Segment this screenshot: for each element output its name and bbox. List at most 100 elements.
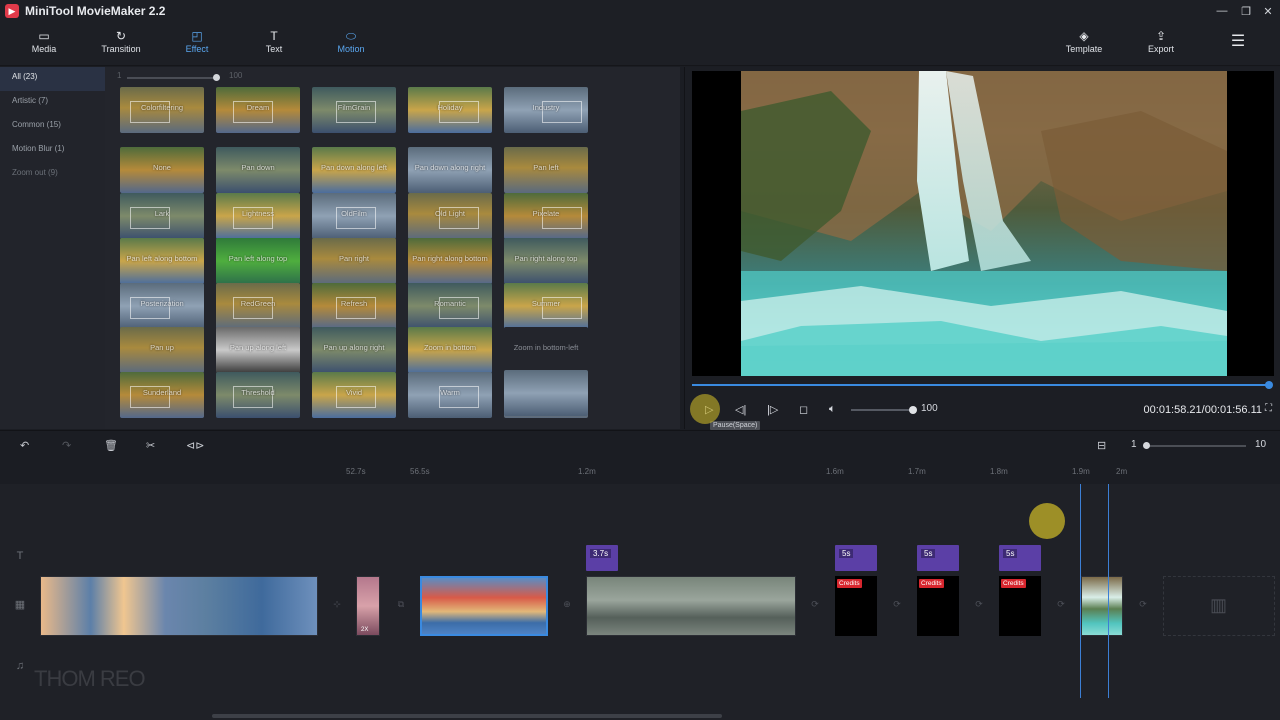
minimize-button[interactable]: — [1210, 0, 1234, 22]
selected-market-clip[interactable] [420, 576, 548, 636]
transition-slot[interactable]: ⟳ [804, 599, 826, 613]
previous-frame-button[interactable]: ◁| [735, 403, 746, 416]
ruler-tick: 1.2m [578, 467, 596, 476]
credits-clip[interactable]: Credits [917, 576, 959, 636]
effect-tile[interactable]: Romantic [408, 283, 492, 329]
category-motion-blur[interactable]: Motion Blur (1) [0, 139, 105, 163]
street-clip[interactable] [586, 576, 796, 636]
text-clip[interactable]: 5s [999, 545, 1041, 571]
effect-tile[interactable]: Lark [120, 193, 204, 239]
timeline-zoom-knob[interactable] [1143, 442, 1150, 449]
effect-tile[interactable]: Pan up [120, 327, 204, 373]
effect-tile[interactable]: Summer [504, 283, 588, 329]
transition-slot[interactable]: ⟳ [1050, 599, 1072, 613]
transition-slot[interactable]: ⟳ [968, 599, 990, 613]
media-tab[interactable]: ▭ Media [14, 28, 74, 62]
effect-tile[interactable]: Zoom in bottom-left [504, 327, 588, 373]
effect-tile[interactable]: Lightness [216, 193, 300, 239]
transition-slot[interactable]: ⟳ [1132, 599, 1154, 613]
effect-tile[interactable]: Colorfiltering [120, 87, 204, 133]
effect-tile[interactable]: Pixelate [504, 193, 588, 239]
text-clip[interactable]: 5s [917, 545, 959, 571]
effect-tile[interactable]: None [120, 147, 204, 193]
fullscreen-icon[interactable]: ⛶ [1265, 403, 1272, 414]
transition-tab[interactable]: ↻ Transition [91, 28, 151, 62]
timeline-scrollbar[interactable] [212, 714, 722, 718]
transition-slot[interactable]: ⧉ [390, 599, 412, 613]
category-zoom-out[interactable]: Zoom out (9) [0, 163, 105, 187]
undo-icon[interactable]: ↶ [20, 439, 29, 452]
effect-label: Threshold [241, 388, 275, 397]
split-icon[interactable]: ✂ [146, 439, 155, 452]
effect-tile[interactable]: Pan right along bottom [408, 238, 492, 284]
intensity-slider[interactable]: 1 100 [117, 71, 247, 83]
effect-tab[interactable]: ◰ Effect [167, 28, 227, 62]
stop-button[interactable]: ◻ [799, 403, 808, 416]
menu-button[interactable]: ☰ [1208, 28, 1268, 62]
transition-slot[interactable]: ⊕ [556, 599, 578, 613]
volume-slider[interactable] [851, 409, 913, 411]
effect-tile[interactable]: Holiday [408, 87, 492, 133]
effect-tile[interactable]: Pan up along left [216, 327, 300, 373]
waterfall-image [741, 71, 1227, 376]
crop-icon[interactable]: ⊲⊳ [186, 439, 204, 452]
effect-tile[interactable]: Pan left along top [216, 238, 300, 284]
effect-tile[interactable]: Pan right along top [504, 238, 588, 284]
text-clip[interactable]: 3.7s [586, 545, 618, 571]
fit-timeline-icon[interactable]: ⊟ [1097, 439, 1106, 452]
time-ruler[interactable]: 52.7s 56.5s 1.2m 1.6m 1.7m 1.8m 1.9m 2m [0, 460, 1280, 484]
effect-tile[interactable]: Pan up along right [312, 327, 396, 373]
intensity-track[interactable] [127, 77, 215, 79]
volume-knob[interactable] [909, 406, 917, 414]
category-artistic[interactable]: Artistic (7) [0, 91, 105, 115]
add-clip-placeholder[interactable]: ▥ [1163, 576, 1275, 636]
delete-icon[interactable]: 🗑︎ [104, 439, 118, 452]
maximize-button[interactable]: ❐ [1234, 0, 1258, 22]
waterfall-clip[interactable] [1081, 576, 1123, 636]
effect-tile[interactable]: Pan down along left [312, 147, 396, 193]
close-button[interactable]: ✕ [1256, 0, 1280, 22]
category-all[interactable]: All (23) [0, 67, 105, 91]
playhead-end[interactable] [1108, 484, 1109, 698]
effect-tile[interactable]: Pan down [216, 147, 300, 193]
next-frame-button[interactable]: |▷ [767, 403, 778, 416]
effect-tile[interactable]: FilmGrain [312, 87, 396, 133]
transition-slot[interactable]: ⊹ [326, 599, 348, 613]
effect-tile[interactable]: Old Light [408, 193, 492, 239]
effect-tile[interactable]: Pan right [312, 238, 396, 284]
effect-tile[interactable]: RedGreen [216, 283, 300, 329]
flower-clip[interactable]: 2X [356, 576, 380, 636]
playback-progress[interactable] [692, 381, 1273, 389]
effect-tile[interactable]: OldFilm [312, 193, 396, 239]
playhead[interactable] [1080, 484, 1081, 698]
motion-tab[interactable]: ⬭ Motion [321, 28, 381, 62]
effect-tile[interactable]: Threshold [216, 372, 300, 418]
effect-tile[interactable]: Industry [504, 87, 588, 133]
volume-icon[interactable]: 🔈︎ [829, 403, 836, 416]
transition-slot[interactable]: ⟳ [886, 599, 908, 613]
progress-handle[interactable] [1265, 381, 1273, 389]
credits-clip[interactable]: Credits [999, 576, 1041, 636]
effect-tile[interactable]: Pan down along right [408, 147, 492, 193]
effect-tile[interactable]: Vivid [312, 372, 396, 418]
effect-tile[interactable]: Pan left [504, 147, 588, 193]
redo-icon[interactable]: ↷ [62, 439, 71, 452]
effect-tile[interactable]: Refresh [312, 283, 396, 329]
template-button[interactable]: ◈ Template [1054, 28, 1114, 62]
category-common[interactable]: Common (15) [0, 115, 105, 139]
text-tab[interactable]: T Text [244, 28, 304, 62]
export-button[interactable]: ⇪ Export [1131, 28, 1191, 62]
effect-tile[interactable] [504, 370, 588, 416]
effect-tile[interactable]: Zoom in bottom [408, 327, 492, 373]
text-clip[interactable]: 5s [835, 545, 877, 571]
intensity-knob[interactable] [213, 74, 220, 81]
effect-tile[interactable]: Warm [408, 372, 492, 418]
effect-tile[interactable]: Sunderland [120, 372, 204, 418]
effect-tile[interactable]: Pan left along bottom [120, 238, 204, 284]
credits-clip[interactable]: Credits [835, 576, 877, 636]
sunset-clip[interactable] [40, 576, 318, 636]
effect-tile[interactable]: Dream [216, 87, 300, 133]
effect-label: Refresh [340, 299, 368, 308]
effect-tile[interactable]: Posterization [120, 283, 204, 329]
timeline-zoom-slider[interactable] [1146, 445, 1246, 447]
